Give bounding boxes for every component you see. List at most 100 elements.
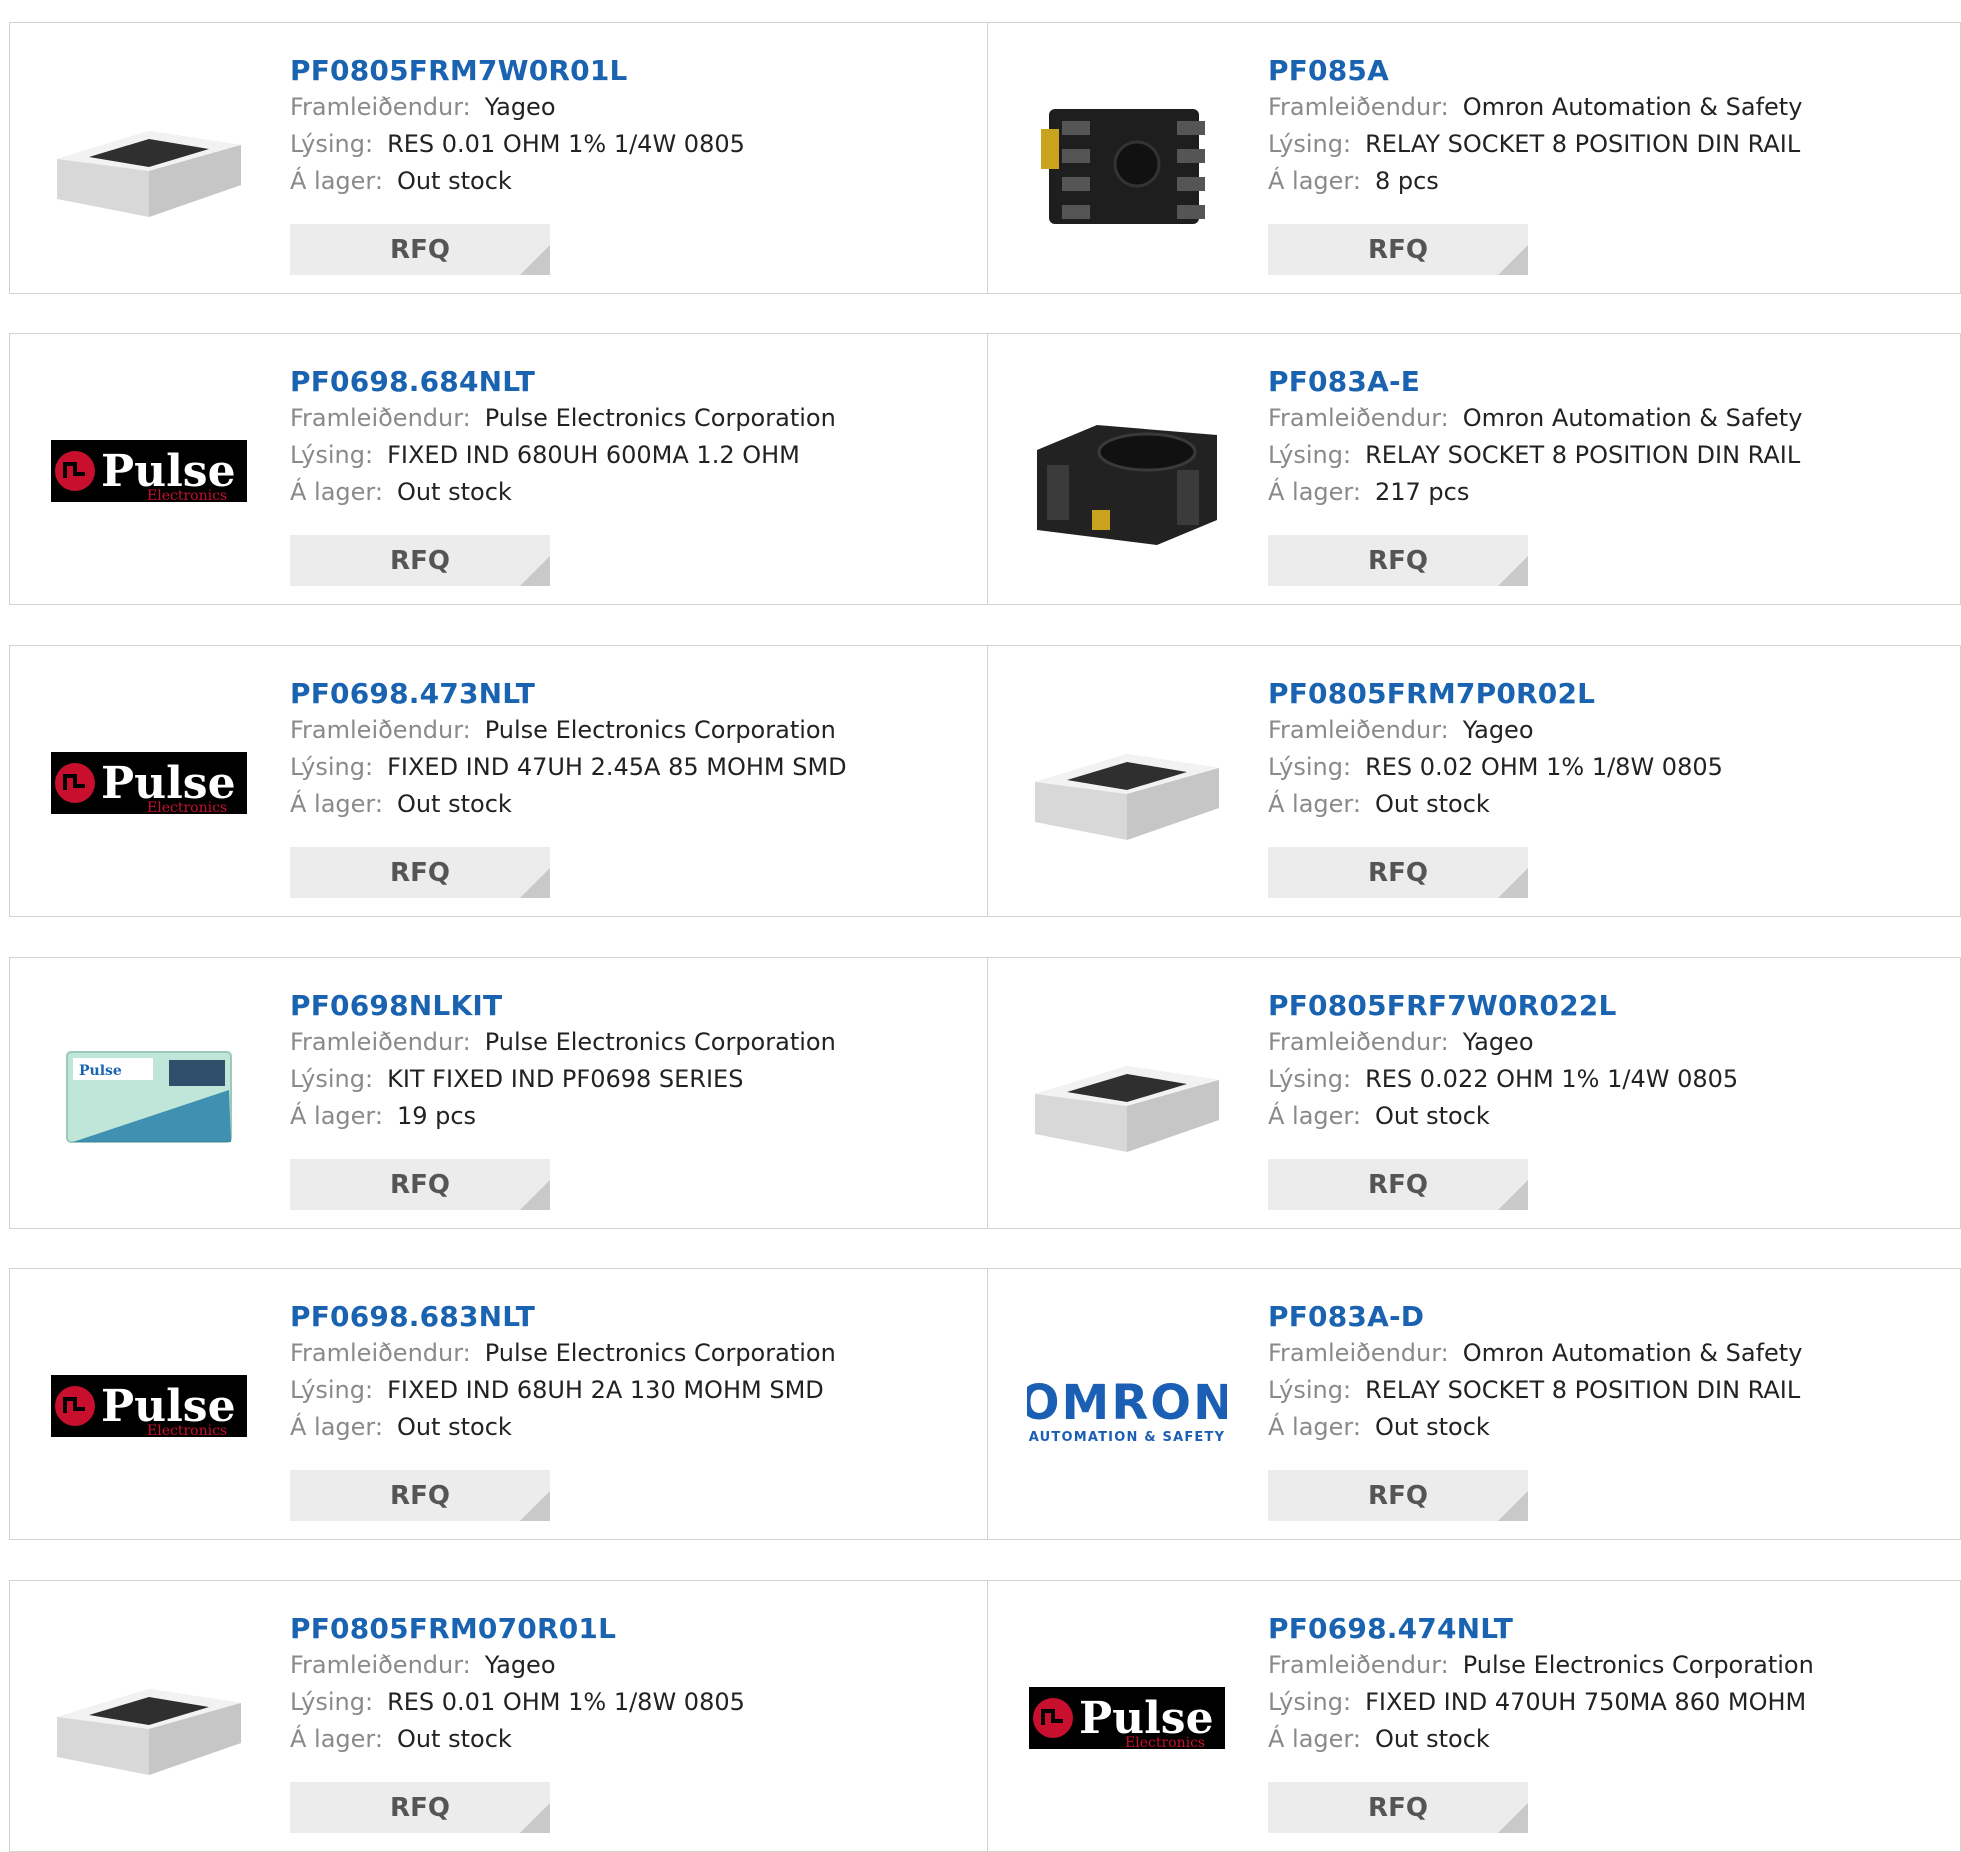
resistor-chip-icon[interactable] <box>1027 994 1227 1194</box>
stock-line: Á lager: 8 pcs <box>1268 163 1802 200</box>
part-number-link[interactable]: PF0698.473NLT <box>290 676 847 712</box>
part-number-link[interactable]: PF0805FRM7P0R02L <box>1268 676 1723 712</box>
omron-logo-icon[interactable]: OMRON AUTOMATION & SAFETY <box>1027 1305 1227 1505</box>
description-label: Lýsing: <box>1268 753 1352 781</box>
stock-value: Out stock <box>1374 1725 1490 1753</box>
stock-value: Out stock <box>396 1725 512 1753</box>
stock-value: Out stock <box>1374 1413 1490 1441</box>
pulse-logo-icon[interactable]: Pulse Electronics <box>49 1305 249 1505</box>
product-info: PF0698.683NLT Framleiðendur: Pulse Electr… <box>290 1299 836 1446</box>
description-label: Lýsing: <box>290 1065 374 1093</box>
rfq-button[interactable]: RFQ <box>290 847 550 898</box>
description-label: Lýsing: <box>290 130 374 158</box>
manufacturer-label: Framleiðendur: <box>290 1339 471 1367</box>
stock-line: Á lager: Out stock <box>1268 1409 1802 1446</box>
product-info: PF083A-D Framleiðendur: Omron Automation … <box>1268 1299 1802 1446</box>
corner-triangle-icon <box>1498 1803 1528 1833</box>
description-line: Lýsing: FIXED IND 470UH 750MA 860 MOHM <box>1268 1684 1814 1721</box>
relay-socket-icon[interactable] <box>1027 59 1227 259</box>
corner-triangle-icon <box>520 1491 550 1521</box>
product-card: PF085A Framleiðendur: Omron Automation & … <box>988 23 1961 293</box>
stock-line: Á lager: 19 pcs <box>290 1098 836 1135</box>
stock-line: Á lager: Out stock <box>1268 1721 1814 1758</box>
rfq-button[interactable]: RFQ <box>290 535 550 586</box>
part-number-link[interactable]: PF0698.683NLT <box>290 1299 836 1335</box>
manufacturer-line: Framleiðendur: Pulse Electronics Corporat… <box>290 1335 836 1372</box>
manufacturer-value: Yageo <box>1462 1028 1534 1056</box>
manufacturer-line: Framleiðendur: Yageo <box>290 89 745 126</box>
part-number-link[interactable]: PF0805FRM070R01L <box>290 1611 745 1647</box>
corner-triangle-icon <box>1498 245 1528 275</box>
description-value: RELAY SOCKET 8 POSITION DIN RAIL <box>1365 130 1801 158</box>
rfq-label: RFQ <box>1368 234 1428 265</box>
pulse-logo-icon[interactable]: Pulse Electronics <box>1027 1617 1227 1817</box>
description-label: Lýsing: <box>1268 130 1352 158</box>
description-value: FIXED IND 470UH 750MA 860 MOHM <box>1365 1688 1807 1716</box>
part-number-link[interactable]: PF0805FRF7W0R022L <box>1268 988 1738 1024</box>
svg-text:Electronics: Electronics <box>147 1423 227 1439</box>
manufacturer-value: Pulse Electronics Corporation <box>484 716 836 744</box>
product-info: PF0698.684NLT Framleiðendur: Pulse Electr… <box>290 364 836 511</box>
stock-value: Out stock <box>396 1413 512 1441</box>
product-card: PF083A-E Framleiðendur: Omron Automation … <box>988 334 1961 604</box>
description-value: RELAY SOCKET 8 POSITION DIN RAIL <box>1365 1376 1801 1404</box>
manufacturer-line: Framleiðendur: Yageo <box>290 1647 745 1684</box>
description-line: Lýsing: RES 0.01 OHM 1% 1/4W 0805 <box>290 126 745 163</box>
product-info: PF085A Framleiðendur: Omron Automation & … <box>1268 53 1802 200</box>
stock-label: Á lager: <box>1268 478 1361 506</box>
description-label: Lýsing: <box>1268 1065 1352 1093</box>
part-number-link[interactable]: PF085A <box>1268 53 1802 89</box>
rfq-button[interactable]: RFQ <box>1268 1470 1528 1521</box>
svg-text:Electronics: Electronics <box>147 800 227 816</box>
description-line: Lýsing: FIXED IND 680UH 600MA 1.2 OHM <box>290 437 836 474</box>
rfq-button[interactable]: RFQ <box>290 1159 550 1210</box>
rfq-label: RFQ <box>1368 545 1428 576</box>
resistor-chip-icon[interactable] <box>1027 682 1227 882</box>
description-line: Lýsing: RELAY SOCKET 8 POSITION DIN RAIL <box>1268 1372 1802 1409</box>
svg-text:OMRON: OMRON <box>1027 1375 1227 1431</box>
rfq-button[interactable]: RFQ <box>1268 1782 1528 1833</box>
description-line: Lýsing: KIT FIXED IND PF0698 SERIES <box>290 1061 836 1098</box>
resistor-chip-icon[interactable] <box>49 1617 249 1817</box>
rfq-button[interactable]: RFQ <box>1268 224 1528 275</box>
manufacturer-line: Framleiðendur: Omron Automation & Safety <box>1268 89 1802 126</box>
description-value: RELAY SOCKET 8 POSITION DIN RAIL <box>1365 441 1801 469</box>
rfq-button[interactable]: RFQ <box>1268 847 1528 898</box>
manufacturer-label: Framleiðendur: <box>1268 404 1449 432</box>
product-card: PF0805FRM7P0R02L Framleiðendur: Yageo Lýs… <box>988 646 1961 916</box>
stock-label: Á lager: <box>1268 1725 1361 1753</box>
manufacturer-value: Omron Automation & Safety <box>1462 404 1803 432</box>
stock-value: Out stock <box>1374 790 1490 818</box>
rfq-button[interactable]: RFQ <box>1268 1159 1528 1210</box>
corner-triangle-icon <box>520 868 550 898</box>
pulse-logo-icon[interactable]: Pulse Electronics <box>49 682 249 882</box>
part-number-link[interactable]: PF083A-E <box>1268 364 1802 400</box>
description-value: KIT FIXED IND PF0698 SERIES <box>387 1065 744 1093</box>
rfq-button[interactable]: RFQ <box>290 224 550 275</box>
description-value: RES 0.01 OHM 1% 1/4W 0805 <box>387 130 745 158</box>
sample-kit-icon[interactable]: Pulse <box>49 994 249 1194</box>
product-info: PF0698.474NLT Framleiðendur: Pulse Electr… <box>1268 1611 1814 1758</box>
relay-socket-round-icon[interactable] <box>1027 370 1227 570</box>
product-row: Pulse PF0698NLKIT Framleiðendur: Pulse El… <box>9 957 1961 1229</box>
part-number-link[interactable]: PF083A-D <box>1268 1299 1802 1335</box>
product-card: Pulse Electronics PF0698.683NLT Framleiðe… <box>10 1269 987 1539</box>
description-value: FIXED IND 68UH 2A 130 MOHM SMD <box>387 1376 824 1404</box>
resistor-chip-icon[interactable] <box>49 59 249 259</box>
part-number-link[interactable]: PF0805FRM7W0R01L <box>290 53 745 89</box>
stock-label: Á lager: <box>290 478 383 506</box>
stock-label: Á lager: <box>1268 1102 1361 1130</box>
rfq-button[interactable]: RFQ <box>290 1782 550 1833</box>
stock-line: Á lager: Out stock <box>1268 1098 1738 1135</box>
part-number-link[interactable]: PF0698.684NLT <box>290 364 836 400</box>
rfq-button[interactable]: RFQ <box>1268 535 1528 586</box>
description-line: Lýsing: RELAY SOCKET 8 POSITION DIN RAIL <box>1268 126 1802 163</box>
svg-text:Electronics: Electronics <box>1125 1735 1205 1751</box>
part-number-link[interactable]: PF0698NLKIT <box>290 988 836 1024</box>
rfq-button[interactable]: RFQ <box>290 1470 550 1521</box>
stock-value: 8 pcs <box>1374 167 1439 195</box>
stock-label: Á lager: <box>290 1102 383 1130</box>
part-number-link[interactable]: PF0698.474NLT <box>1268 1611 1814 1647</box>
pulse-logo-icon[interactable]: Pulse Electronics <box>49 370 249 570</box>
product-row: PF0805FRM070R01L Framleiðendur: Yageo Lýs… <box>9 1580 1961 1852</box>
